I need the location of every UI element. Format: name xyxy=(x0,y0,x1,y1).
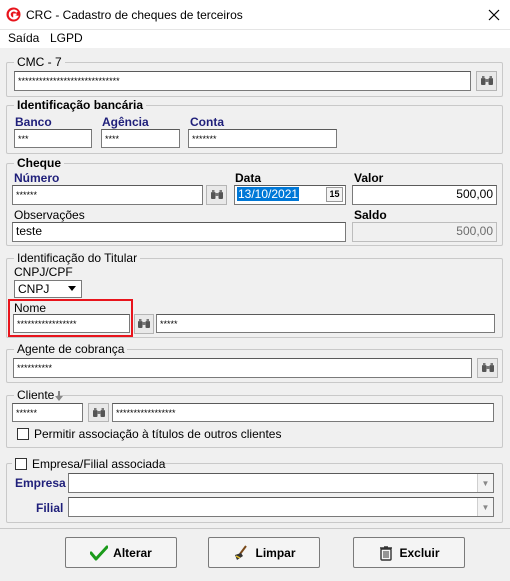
numero-label: Número xyxy=(14,171,60,185)
menu-saida[interactable]: Saída xyxy=(8,31,39,45)
cmc7-input[interactable]: ***************************** xyxy=(14,71,471,91)
empresa-label: Empresa xyxy=(15,476,66,490)
agencia-label: Agência xyxy=(102,115,149,129)
excluir-button[interactable]: Excluir xyxy=(353,537,465,568)
cheque-legend: Cheque xyxy=(14,156,65,170)
binoculars-icon xyxy=(210,190,223,199)
filial-select[interactable] xyxy=(68,497,494,517)
banco-input[interactable]: *** xyxy=(14,129,92,148)
valor-input[interactable]: 500,00 xyxy=(352,185,497,205)
numero-input[interactable]: ****** xyxy=(12,185,203,205)
data-label: Data xyxy=(235,171,262,185)
cmc7-search-button[interactable] xyxy=(476,71,497,91)
limpar-label: Limpar xyxy=(255,545,296,560)
chevron-down-icon[interactable] xyxy=(64,281,80,296)
alterar-label: Alterar xyxy=(113,545,152,560)
arrow-down-icon xyxy=(55,390,63,401)
titular-legend: Identificação do Titular xyxy=(14,251,141,265)
menu-lgpd[interactable]: LGPD xyxy=(50,31,83,45)
cnpj-cpf-select-value: CNPJ xyxy=(18,282,50,296)
binoculars-icon xyxy=(138,319,150,328)
observacoes-input[interactable]: teste xyxy=(12,222,346,242)
close-icon[interactable] xyxy=(482,3,506,27)
cmc7-legend: CMC - 7 xyxy=(14,55,65,69)
binoculars-icon xyxy=(480,76,493,85)
nome-label: Nome xyxy=(14,301,47,315)
titular-code-input[interactable]: ***** xyxy=(156,314,495,333)
empresa-filial-checkbox[interactable] xyxy=(15,458,27,470)
binoculars-icon xyxy=(481,363,494,372)
saldo-input: 500,00 xyxy=(352,222,497,242)
permitir-associacao-label: Permitir associação à títulos de outros … xyxy=(34,427,282,441)
cnpj-cpf-label: CNPJ/CPF xyxy=(14,265,73,279)
limpar-button[interactable]: Limpar xyxy=(208,537,320,568)
broom-icon xyxy=(235,544,248,560)
window-title: CRC - Cadastro de cheques de terceiros xyxy=(26,8,243,22)
empresa-select[interactable] xyxy=(68,473,494,493)
trash-icon xyxy=(380,545,393,561)
conta-input[interactable]: ******* xyxy=(188,129,337,148)
calendar-icon[interactable]: 15 xyxy=(326,187,343,202)
conta-label: Conta xyxy=(190,115,224,129)
excluir-label: Excluir xyxy=(399,545,440,560)
bank-legend: Identificação bancária xyxy=(14,98,147,112)
app-logo-icon xyxy=(6,7,21,22)
cliente-code-input[interactable]: ****** xyxy=(12,403,83,422)
checkmark-icon xyxy=(90,545,109,560)
nome-input[interactable]: ***************** xyxy=(13,314,130,333)
agente-search-button[interactable] xyxy=(477,358,498,378)
cliente-legend: Cliente xyxy=(14,388,58,402)
numero-search-button[interactable] xyxy=(206,185,227,205)
filial-label: Filial xyxy=(36,501,64,515)
banco-label: Banco xyxy=(15,115,52,129)
agencia-input[interactable]: **** xyxy=(101,129,180,148)
agente-legend: Agente de cobrança xyxy=(14,342,128,356)
observacoes-label: Observações xyxy=(14,208,85,222)
cliente-search-button[interactable] xyxy=(88,403,109,422)
permitir-associacao-checkbox[interactable] xyxy=(17,428,29,440)
cliente-name-input[interactable]: ***************** xyxy=(112,403,494,422)
binoculars-icon xyxy=(92,407,105,417)
filial-dropdown-icon[interactable]: ▼ xyxy=(477,498,493,516)
nome-search-button[interactable] xyxy=(134,314,154,334)
empresa-filial-label: Empresa/Filial associada xyxy=(32,457,166,471)
agente-input[interactable]: ********** xyxy=(13,358,472,378)
alterar-button[interactable]: Alterar xyxy=(65,537,177,568)
footer-divider xyxy=(0,528,510,529)
empresa-dropdown-icon[interactable]: ▼ xyxy=(477,474,493,492)
data-value: 13/10/2021 xyxy=(237,187,300,201)
valor-label: Valor xyxy=(354,171,384,185)
saldo-label: Saldo xyxy=(354,208,387,222)
